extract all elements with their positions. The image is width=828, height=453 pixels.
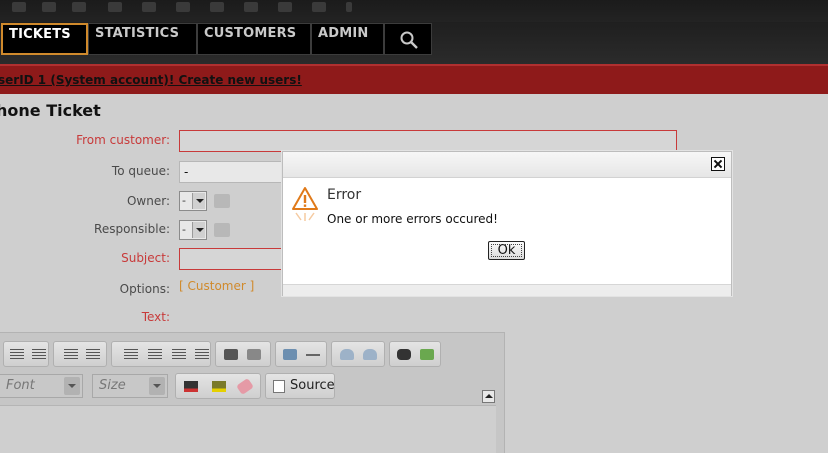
editor-toolbar <box>0 341 451 369</box>
highlight-color-icon[interactable] <box>212 381 226 392</box>
top-icon-strip <box>0 0 828 22</box>
numbered-list-icon[interactable] <box>10 349 24 360</box>
align-right-icon[interactable] <box>172 349 186 360</box>
dialog-header <box>283 152 731 178</box>
font-placeholder: Font <box>6 378 35 393</box>
nav-customers[interactable]: CUSTOMERS <box>197 23 311 55</box>
tools-group <box>389 341 441 367</box>
align-center-icon[interactable] <box>148 349 162 360</box>
font-select[interactable]: Font <box>0 374 83 398</box>
spellcheck-icon[interactable] <box>420 349 434 360</box>
toolbar-icon[interactable] <box>176 2 190 12</box>
options-label: Options: <box>119 282 170 296</box>
size-select[interactable]: Size <box>92 374 168 398</box>
undo-icon[interactable] <box>340 349 354 360</box>
text-label: Text: <box>141 310 170 324</box>
rich-text-editor: Font Size Source <box>0 332 505 453</box>
toolbar-icon[interactable] <box>210 2 224 12</box>
subject-input[interactable] <box>179 248 289 270</box>
chevron-down-icon <box>192 193 205 209</box>
chevron-down-icon <box>149 377 165 395</box>
to-queue-label: To queue: <box>111 164 170 178</box>
search-icon <box>400 31 418 49</box>
dialog-title: Error <box>327 187 362 203</box>
nav-tickets[interactable]: TICKETS <box>1 23 88 55</box>
close-icon[interactable] <box>711 157 725 171</box>
image-icon[interactable] <box>283 349 297 360</box>
subject-label: Subject: <box>121 251 170 265</box>
bullet-list-icon[interactable] <box>32 349 46 360</box>
size-placeholder: Size <box>99 378 126 393</box>
owner-select[interactable]: - <box>179 191 207 211</box>
source-icon <box>273 380 285 393</box>
warning-icon <box>292 187 318 221</box>
nav-admin[interactable]: ADMIN <box>311 23 384 55</box>
indent-icon[interactable] <box>86 349 100 360</box>
toolbar-icon[interactable] <box>12 2 26 12</box>
horizontal-rule-icon[interactable] <box>306 354 320 356</box>
nav-statistics[interactable]: STATISTICS <box>88 23 197 55</box>
link-icon[interactable] <box>224 349 238 360</box>
insert-group <box>275 341 327 367</box>
text-color-icon[interactable] <box>184 381 198 392</box>
from-customer-input[interactable] <box>179 130 677 152</box>
refresh-icon[interactable] <box>214 223 230 237</box>
toolbar-icon[interactable] <box>42 2 56 12</box>
source-label: Source <box>290 378 335 393</box>
find-icon[interactable] <box>397 349 411 360</box>
editor-body[interactable] <box>0 405 496 453</box>
dialog-message: One or more errors occured! <box>327 212 498 226</box>
toolbar-icon[interactable] <box>244 2 258 12</box>
owner-label: Owner: <box>126 194 170 208</box>
toolbar-icon[interactable] <box>312 2 326 12</box>
nav-search-button[interactable] <box>384 23 432 55</box>
create-users-link[interactable]: serID 1 (System account)! Create new use… <box>0 73 302 87</box>
toolbar-icon[interactable] <box>278 2 292 12</box>
indent-group <box>53 341 107 367</box>
list-group <box>3 341 49 367</box>
page-title: hone Ticket <box>0 101 101 120</box>
dialog-footer <box>283 284 731 296</box>
toolbar-icon[interactable] <box>346 2 352 12</box>
toolbar-icon[interactable] <box>108 2 122 12</box>
owner-value: - <box>182 194 186 207</box>
align-justify-icon[interactable] <box>195 349 209 360</box>
responsible-select[interactable]: - <box>179 220 207 240</box>
ok-button[interactable]: Ok <box>488 241 525 260</box>
responsible-label: Responsible: <box>94 222 170 236</box>
responsible-value: - <box>182 223 186 236</box>
chevron-down-icon <box>192 222 205 238</box>
align-group <box>111 341 211 367</box>
history-group <box>331 341 385 367</box>
unlink-icon[interactable] <box>247 349 261 360</box>
source-button[interactable]: Source <box>265 373 335 399</box>
align-left-icon[interactable] <box>124 349 138 360</box>
error-dialog: Error One or more errors occured! Ok <box>282 151 732 296</box>
collapse-toolbar-icon[interactable] <box>482 390 495 403</box>
color-group <box>175 373 261 399</box>
link-group <box>215 341 271 367</box>
main-nav: TICKETS STATISTICS CUSTOMERS ADMIN <box>0 22 828 64</box>
redo-icon[interactable] <box>363 349 377 360</box>
system-warning-bar: serID 1 (System account)! Create new use… <box>0 64 828 94</box>
toolbar-icon[interactable] <box>142 2 156 12</box>
from-customer-label: From customer: <box>76 133 170 147</box>
to-queue-value: - <box>184 165 189 179</box>
outdent-icon[interactable] <box>64 349 78 360</box>
chevron-down-icon <box>64 377 80 395</box>
toolbar-icon[interactable] <box>72 2 86 12</box>
to-queue-select[interactable]: - <box>179 161 289 183</box>
refresh-icon[interactable] <box>214 194 230 208</box>
options-customer-link[interactable]: [ Customer ] <box>179 279 254 293</box>
eraser-icon[interactable] <box>236 377 254 396</box>
